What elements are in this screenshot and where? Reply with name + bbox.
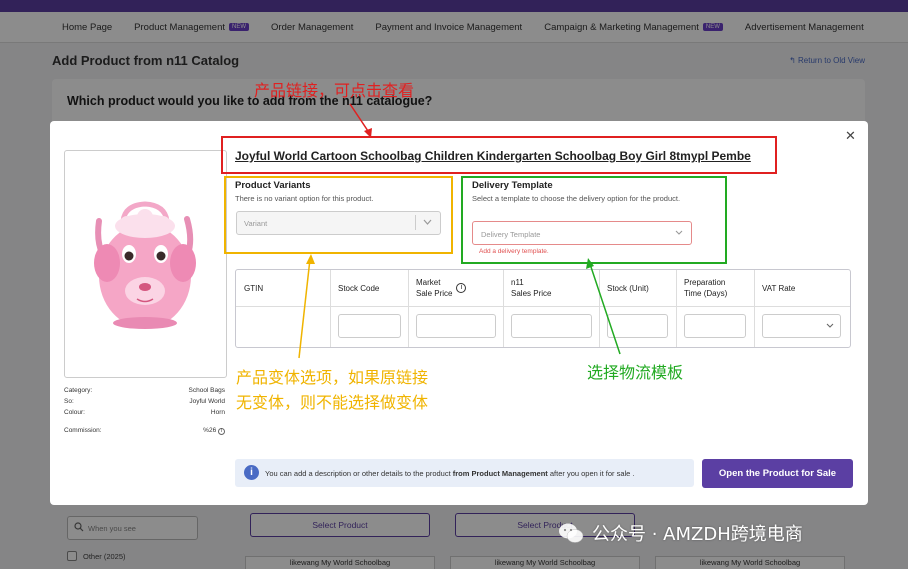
red-arrow xyxy=(349,103,372,138)
annotation-arrows xyxy=(298,103,621,359)
watermark: 公众号 · AMZDH跨境电商 xyxy=(558,520,803,546)
annotation-link-note: 产品链接，可点击查看 xyxy=(254,81,415,100)
wechat-icon xyxy=(559,523,584,543)
green-arrow xyxy=(586,258,621,355)
annotation-delivery-note: 选择物流模板 xyxy=(587,363,684,382)
annotation-variant-note: 产品变体选项，如果原链接 xyxy=(236,368,429,387)
annotation-variant-note: 无变体，则不能选择做变体 xyxy=(236,393,429,412)
orange-arrow xyxy=(298,254,315,359)
watermark-text: 公众号 · AMZDH跨境电商 xyxy=(592,524,803,545)
